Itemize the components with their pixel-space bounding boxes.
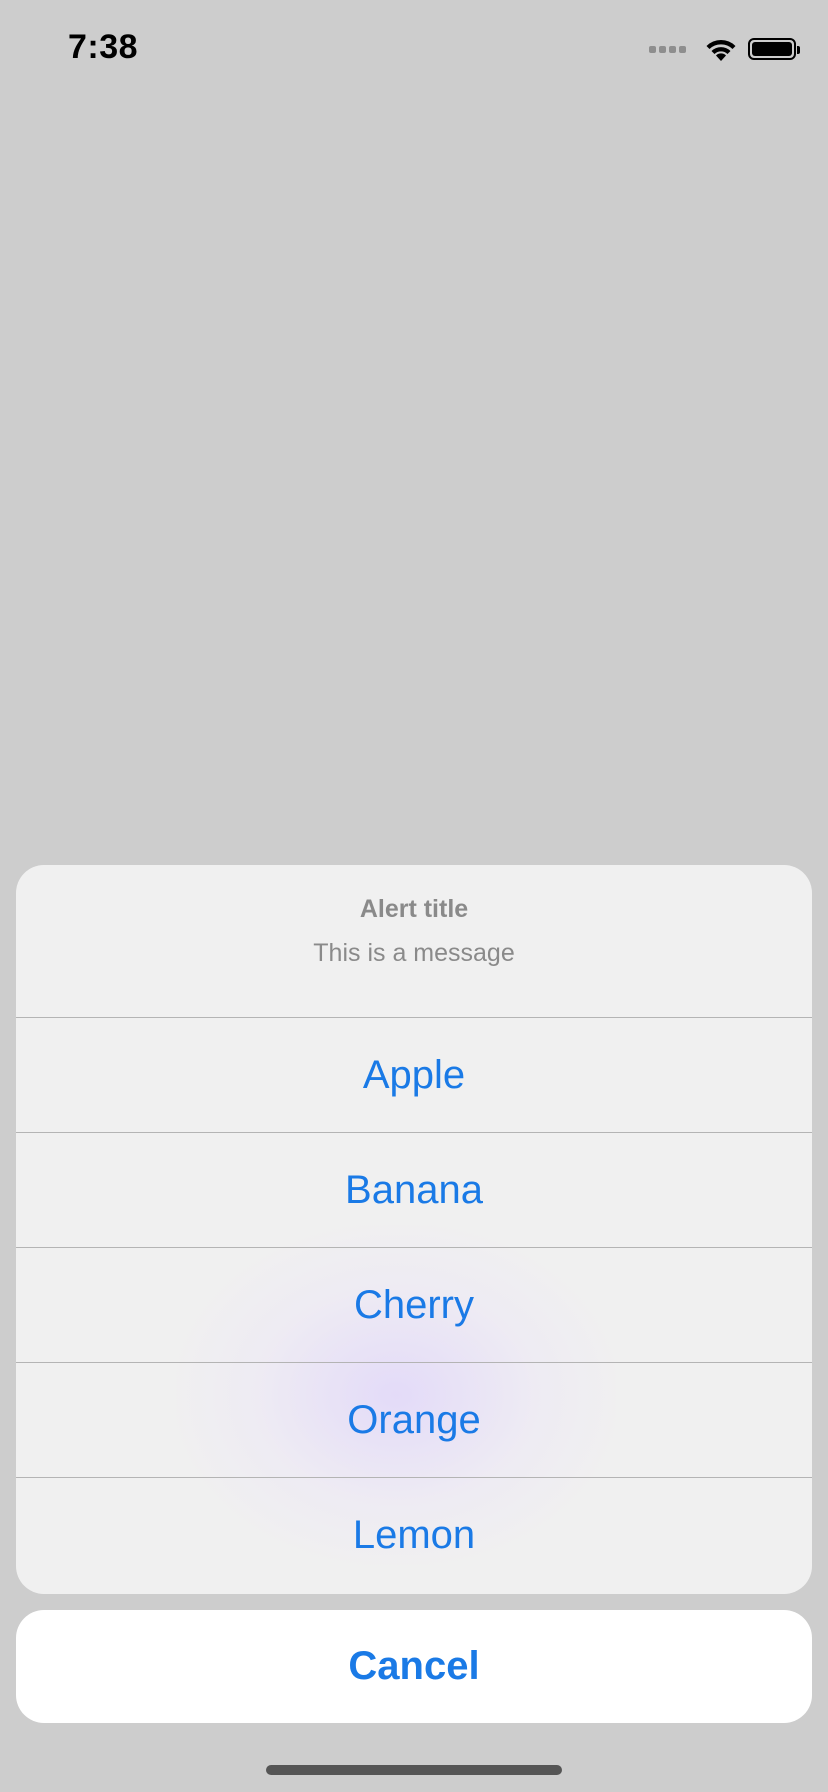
alert-title: Alert title [359, 895, 469, 923]
cancel-button[interactable]: Cancel [16, 1610, 812, 1723]
action-sheet: Alert title This is a message Apple Bana… [16, 865, 812, 1594]
cellular-signal-icon [649, 45, 686, 53]
option-banana-button[interactable]: Banana [16, 1133, 812, 1248]
action-sheet-header: Alert title This is a message [16, 865, 812, 1018]
option-lemon-button[interactable]: Lemon [16, 1478, 812, 1592]
status-bar: 7:38 [0, 0, 828, 100]
option-orange-button[interactable]: Orange [16, 1363, 812, 1478]
option-cherry-button[interactable]: Cherry [16, 1248, 812, 1363]
status-time: 7:38 [68, 28, 139, 66]
status-icons [649, 36, 800, 62]
alert-message: This is a message [313, 939, 515, 967]
wifi-icon [706, 39, 736, 61]
option-apple-button[interactable]: Apple [16, 1018, 812, 1133]
battery-icon [748, 38, 800, 60]
home-indicator[interactable] [266, 1765, 562, 1775]
